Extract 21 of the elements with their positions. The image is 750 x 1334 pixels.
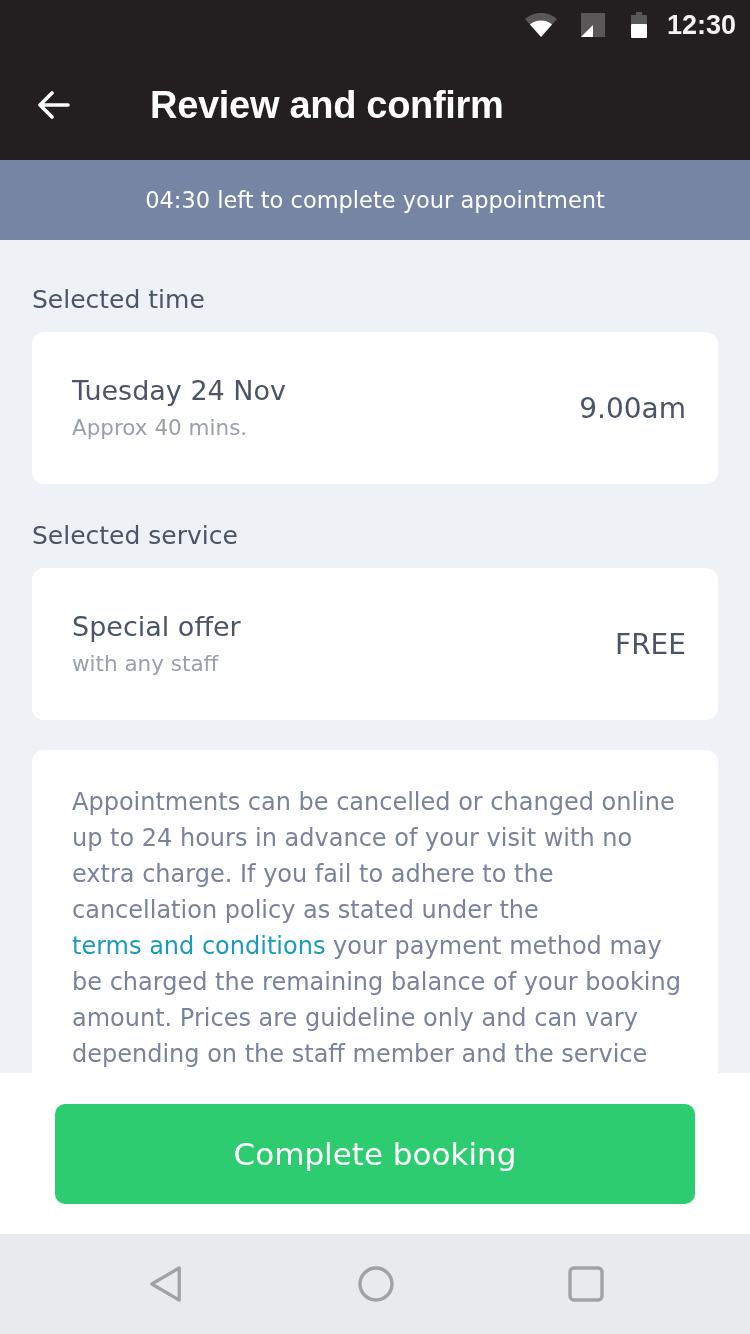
card-value: 9.00am <box>579 391 686 425</box>
screen-title: Review and confirm <box>150 83 504 127</box>
terms-link[interactable]: terms and conditions <box>72 932 326 960</box>
section-heading: Selected time <box>32 284 206 316</box>
recents-nav-icon[interactable] <box>568 1266 604 1302</box>
card-subtitle: with any staff <box>72 650 220 678</box>
card-value: FREE <box>615 627 686 661</box>
home-nav-icon[interactable] <box>358 1266 394 1302</box>
section-heading: Selected service <box>32 520 239 552</box>
policy-text: Appointments can be cancelled or changed online up to 24 hours in advance of your visit with no extra charge. If you fail to adhere to the cancellation policy as stated under the terms and conditions your payment method may be charged the remaining balance of your booking amount. Prices are guideline only and can vary depending on the staff member and the service <box>72 787 682 1070</box>
status-time: 12:30 <box>666 9 736 41</box>
card-subtitle: Approx 40 mins. <box>72 414 249 442</box>
complete-booking-button[interactable]: Complete booking <box>55 1103 695 1204</box>
signal-icon <box>580 13 605 37</box>
card-title: Tuesday 24 Nov <box>72 374 287 408</box>
timer-text: 04:30 left to complete your appointment <box>145 187 605 213</box>
card-title: Special offer <box>72 610 241 644</box>
back-arrow-icon <box>38 91 70 119</box>
wifi-icon <box>524 13 557 37</box>
battery-icon <box>630 12 647 38</box>
back-nav-icon[interactable] <box>148 1266 184 1302</box>
